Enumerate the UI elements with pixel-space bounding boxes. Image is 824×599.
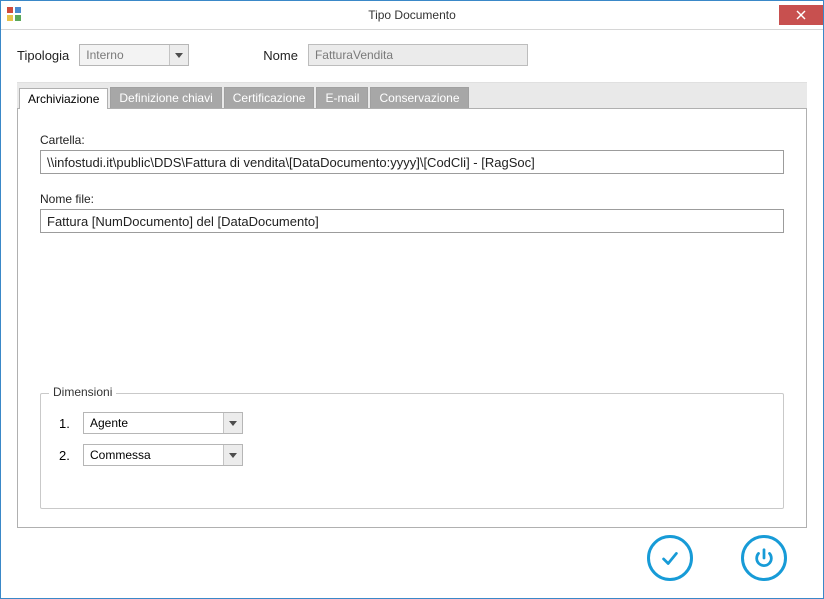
- nomefile-input[interactable]: [40, 209, 784, 233]
- nome-label: Nome: [263, 48, 298, 63]
- titlebar: Tipo Documento: [1, 1, 823, 30]
- chevron-down-icon: [223, 413, 242, 433]
- tab-email[interactable]: E-mail: [316, 87, 368, 108]
- ok-button[interactable]: [647, 535, 693, 581]
- close-icon: [796, 10, 806, 20]
- dimensioni-group: Dimensioni 1. Agente 2. Commessa: [40, 393, 784, 509]
- dimensione-2-combo[interactable]: Commessa: [83, 444, 243, 466]
- chevron-down-icon: [169, 45, 188, 65]
- tipologia-label: Tipologia: [17, 48, 69, 63]
- dimensione-index: 2.: [59, 448, 73, 463]
- tab-definizione-chiavi[interactable]: Definizione chiavi: [110, 87, 221, 108]
- dimensione-1-combo[interactable]: Agente: [83, 412, 243, 434]
- header-fields: Tipologia Interno Nome FatturaVendita: [17, 44, 807, 66]
- dimensione-row-1: 1. Agente: [59, 412, 765, 434]
- nomefile-label: Nome file:: [40, 192, 784, 206]
- tipologia-combo[interactable]: Interno: [79, 44, 189, 66]
- chevron-down-icon: [223, 445, 242, 465]
- tab-archiviazione[interactable]: Archiviazione: [19, 88, 108, 109]
- close-action-button[interactable]: [741, 535, 787, 581]
- dimensione-index: 1.: [59, 416, 73, 431]
- tab-conservazione[interactable]: Conservazione: [370, 87, 468, 108]
- client-area: Tipologia Interno Nome FatturaVendita Ar…: [1, 30, 823, 598]
- window-title: Tipo Documento: [1, 8, 823, 22]
- app-icon: [7, 7, 23, 23]
- tab-panel: Archiviazione Definizione chiavi Certifi…: [17, 82, 807, 528]
- cartella-label: Cartella:: [40, 133, 784, 147]
- window-frame: Tipo Documento Tipologia Interno Nome Fa…: [0, 0, 824, 599]
- dimensioni-legend: Dimensioni: [49, 385, 116, 399]
- tab-strip: Archiviazione Definizione chiavi Certifi…: [17, 83, 807, 108]
- cartella-input[interactable]: [40, 150, 784, 174]
- close-button[interactable]: [779, 5, 823, 25]
- nome-field[interactable]: FatturaVendita: [308, 44, 528, 66]
- tab-certificazione[interactable]: Certificazione: [224, 87, 315, 108]
- tab-page-archiviazione: Cartella: Nome file: Dimensioni 1. Agent…: [17, 108, 807, 528]
- dimensione-1-value: Agente: [84, 416, 223, 430]
- footer-actions: [17, 528, 807, 588]
- nome-value: FatturaVendita: [315, 48, 393, 62]
- power-icon: [753, 547, 775, 569]
- check-icon: [659, 547, 681, 569]
- tipologia-value: Interno: [80, 48, 169, 62]
- dimensione-2-value: Commessa: [84, 448, 223, 462]
- dimensione-row-2: 2. Commessa: [59, 444, 765, 466]
